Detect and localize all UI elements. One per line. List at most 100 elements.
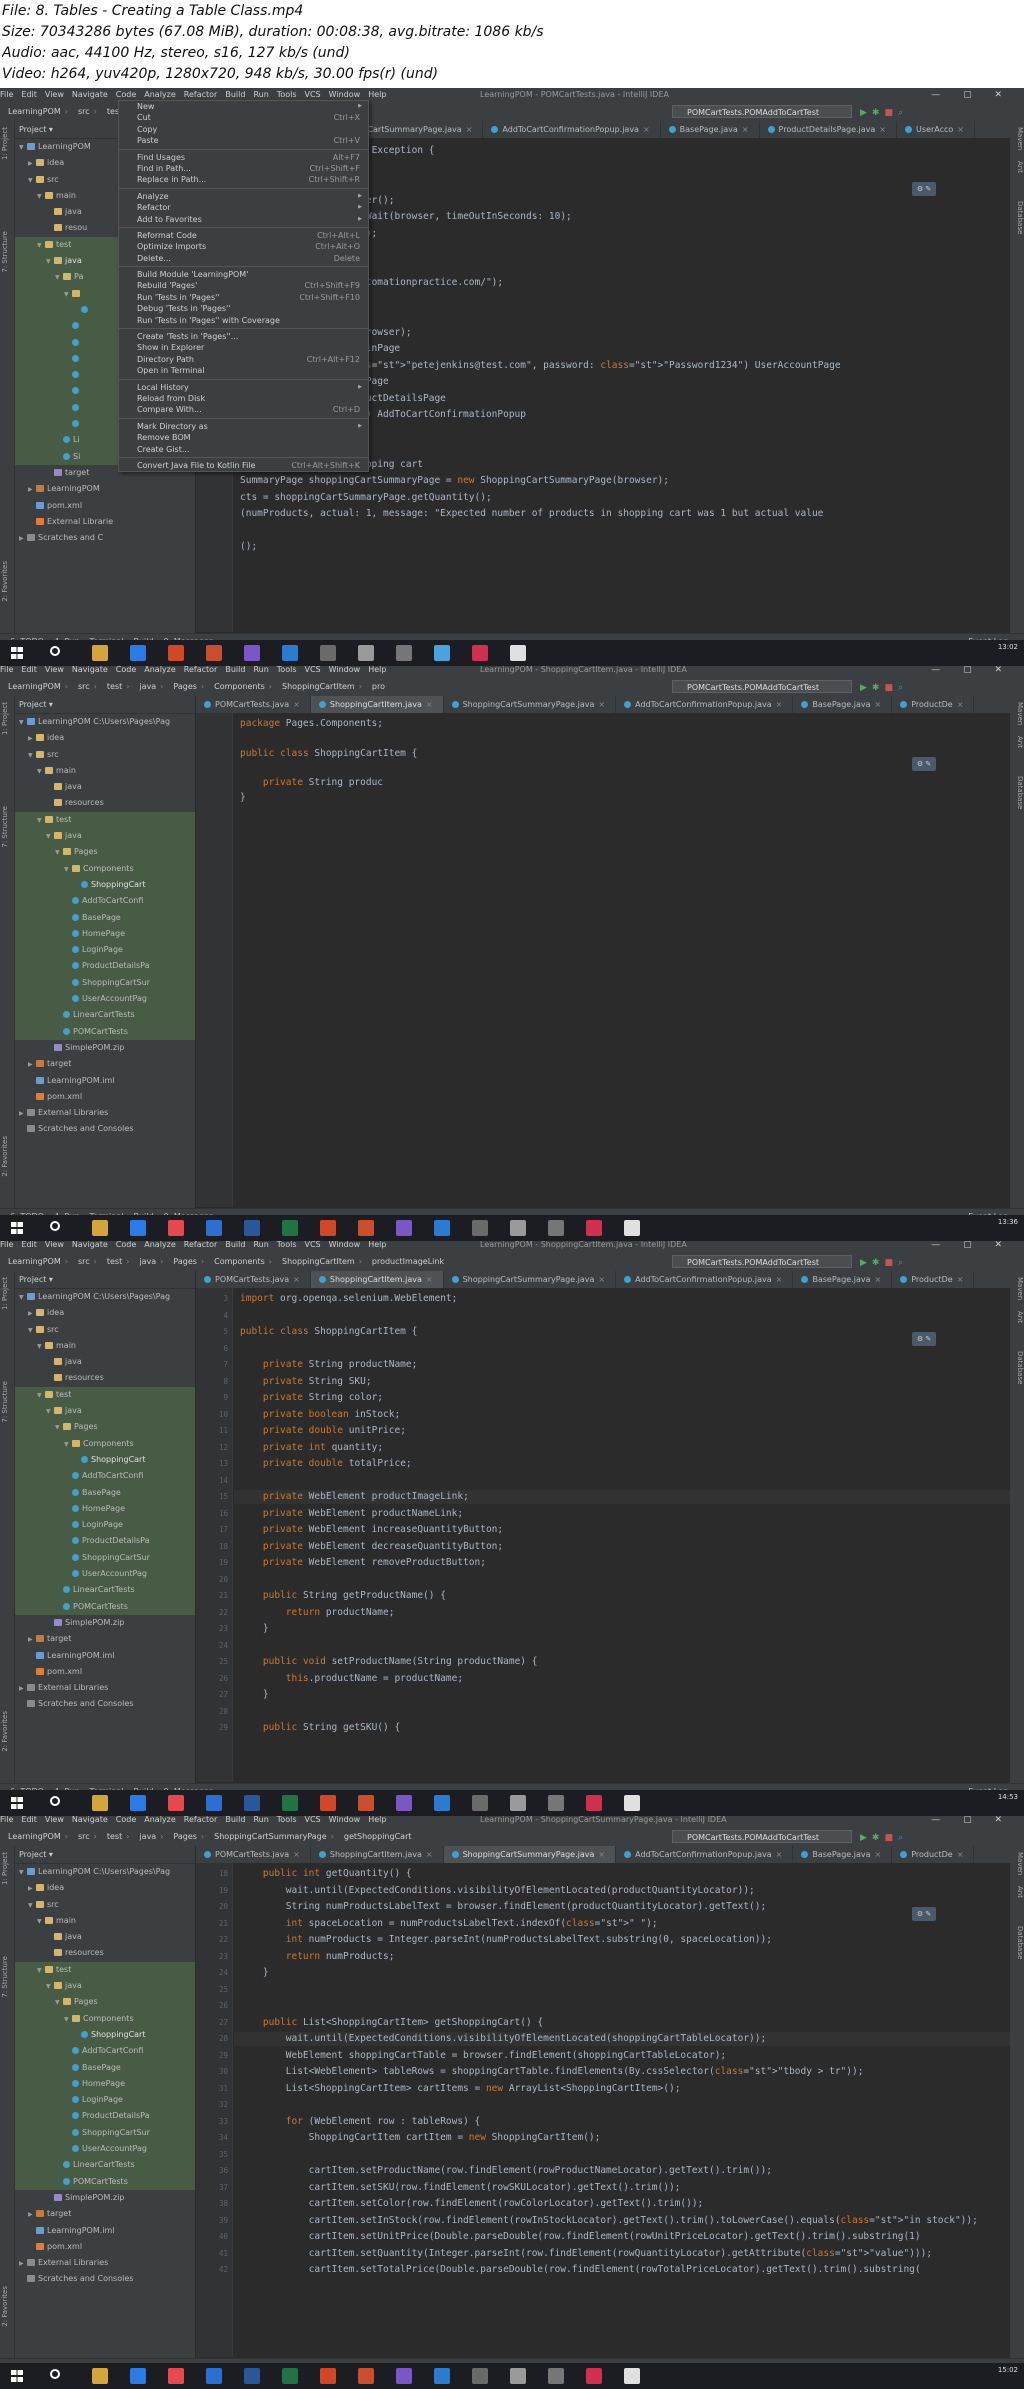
breadcrumb-item[interactable]: test: [107, 1832, 122, 1841]
project-panel-header[interactable]: Project ▾: [15, 1271, 195, 1289]
tool-window-maven[interactable]: Maven: [1012, 127, 1024, 150]
editor-tab[interactable]: ShoppingCartItem.java ×: [310, 1271, 444, 1288]
taskbar-app-icon[interactable]: [130, 1220, 146, 1236]
breadcrumb-item[interactable]: ShoppingCartSummaryPage: [214, 1832, 327, 1841]
breadcrumb-item[interactable]: java: [139, 1257, 156, 1266]
tree-item[interactable]: ▼ main: [15, 1913, 195, 1929]
context-menu-item[interactable]: Compare With... Ctrl+D: [119, 404, 368, 415]
taskbar-app-icon[interactable]: [130, 2368, 146, 2384]
tree-item[interactable]: ShoppingCart: [15, 1451, 195, 1469]
project-panel-header[interactable]: Project ▾: [15, 1846, 195, 1864]
tree-item[interactable]: ▶ External Libraries: [15, 2255, 195, 2271]
tree-item[interactable]: UserAccountPag: [15, 991, 195, 1008]
search-icon[interactable]: [50, 1796, 60, 1806]
taskbar-app-icon[interactable]: [472, 645, 488, 661]
menu-vcs[interactable]: VCS: [305, 665, 321, 674]
tree-expand-arrow[interactable]: ▼: [37, 189, 45, 205]
context-menu-item[interactable]: Debug 'Tests in 'Pages'': [119, 303, 368, 314]
tree-item[interactable]: pom.xml: [15, 1664, 195, 1680]
tree-item[interactable]: AddToCartConfi: [15, 1468, 195, 1485]
tree-item[interactable]: HomePage: [15, 925, 195, 943]
tool-window-structure[interactable]: 7: Structure: [1, 1381, 13, 1423]
tree-expand-arrow[interactable]: ▼: [64, 287, 72, 303]
taskbar-app-icon[interactable]: [548, 1220, 564, 1236]
tree-item[interactable]: ▶ target: [15, 1056, 195, 1072]
taskbar-app-icon[interactable]: [130, 1795, 146, 1811]
search-icon[interactable]: ⌕: [898, 683, 908, 693]
editor-tab[interactable]: BasePage.java ×: [793, 1846, 893, 1863]
menu-edit[interactable]: Edit: [21, 1815, 37, 1824]
tree-expand-arrow[interactable]: ▼: [37, 1914, 45, 1930]
context-menu-item[interactable]: Build Module 'LearningPOM': [119, 269, 368, 280]
stop-icon[interactable]: ■: [884, 1833, 898, 1843]
taskbar-app-icon[interactable]: [168, 1220, 184, 1236]
tree-expand-arrow[interactable]: ▶: [19, 1106, 27, 1122]
context-menu-item[interactable]: Local History: [119, 382, 368, 394]
windows-start-icon[interactable]: [11, 647, 23, 659]
taskbar-app-icon[interactable]: [168, 2368, 184, 2384]
taskbar-app-icon[interactable]: [358, 645, 374, 661]
menu-run[interactable]: Run: [253, 1815, 268, 1824]
tree-item[interactable]: POMCartTests: [15, 1023, 195, 1040]
debug-icon[interactable]: ✱: [872, 1833, 885, 1843]
tree-item[interactable]: BasePage: [15, 909, 195, 926]
tree-expand-arrow[interactable]: ▶: [19, 1681, 27, 1697]
editor-inspection-badge[interactable]: ⚙ ✎: [912, 757, 936, 771]
close-icon[interactable]: ×: [293, 700, 300, 709]
tree-item[interactable]: BasePage: [15, 1484, 195, 1501]
menu-navigate[interactable]: Navigate: [72, 1815, 108, 1824]
editor-tab[interactable]: ProductDetailsPage.java ×: [760, 121, 897, 138]
code-editor[interactable]: package Pages.Components; public class Sh…: [234, 713, 1010, 1207]
tree-item[interactable]: java: [15, 779, 195, 795]
taskbar-app-icon[interactable]: [206, 2368, 222, 2384]
menu-build[interactable]: Build: [225, 1815, 245, 1824]
menu-build[interactable]: Build: [225, 1240, 245, 1249]
menu-file[interactable]: File: [0, 1240, 13, 1249]
tree-item[interactable]: BasePage: [15, 2059, 195, 2076]
taskbar-app-icon[interactable]: [244, 1795, 260, 1811]
menu-build[interactable]: Build: [225, 665, 245, 674]
tree-item[interactable]: LoginPage: [15, 942, 195, 959]
tree-expand-arrow[interactable]: ▶: [28, 1057, 36, 1073]
run-config-select[interactable]: POMCartTests.POMAddToCartTest: [672, 680, 852, 693]
taskbar-app-icon[interactable]: [92, 1220, 108, 1236]
tool-window-database[interactable]: Database: [1012, 776, 1024, 809]
menu-file[interactable]: File: [0, 1815, 13, 1824]
taskbar-app-icon[interactable]: [472, 1220, 488, 1236]
tree-item[interactable]: ▶ LearningPOM: [15, 481, 195, 497]
project-panel-header[interactable]: Project ▾: [15, 696, 195, 714]
tree-item[interactable]: ProductDetailsPa: [15, 958, 195, 975]
tree-expand-arrow[interactable]: ▼: [37, 764, 45, 780]
taskbar-app-icon[interactable]: [624, 1220, 640, 1236]
stop-icon[interactable]: ■: [884, 683, 898, 693]
editor-tab[interactable]: AddToCartConfirmationPopup.java ×: [616, 696, 794, 713]
taskbar-app-icon[interactable]: [282, 645, 298, 661]
tree-item[interactable]: LinearCartTests: [15, 1007, 195, 1024]
taskbar-app-icon[interactable]: [244, 645, 260, 661]
context-menu-item[interactable]: Delete... Delete: [119, 253, 368, 264]
tree-expand-arrow[interactable]: ▶: [28, 156, 36, 172]
tool-window-database[interactable]: Database: [1012, 1351, 1024, 1384]
tool-window-structure[interactable]: 7: Structure: [1, 806, 13, 848]
breadcrumb-item[interactable]: Components: [214, 682, 265, 691]
close-icon[interactable]: ×: [293, 1275, 300, 1284]
taskbar-app-icon[interactable]: [320, 1220, 336, 1236]
tree-item[interactable]: ▼ Pages: [15, 844, 195, 861]
context-menu-item[interactable]: Remove BOM: [119, 432, 368, 443]
taskbar-app-icon[interactable]: [358, 1220, 374, 1236]
tree-item[interactable]: Scratches and Consoles: [15, 1121, 195, 1137]
context-menu-item[interactable]: Directory Path Ctrl+Alt+F12: [119, 354, 368, 365]
menu-analyze[interactable]: Analyze: [144, 90, 176, 99]
tree-item[interactable]: ▶ Scratches and C: [15, 530, 195, 546]
menu-window[interactable]: Window: [329, 665, 361, 674]
tool-window-favorites[interactable]: 2: Favorites: [1, 2286, 13, 2327]
taskbar-app-icon[interactable]: [282, 1220, 298, 1236]
editor-tab[interactable]: BasePage.java ×: [661, 121, 760, 138]
taskbar-app-icon[interactable]: [358, 2368, 374, 2384]
editor-inspection-badge[interactable]: ⚙ ✎: [912, 1907, 936, 1921]
taskbar-app-icon[interactable]: [434, 1795, 450, 1811]
tree-item[interactable]: java: [15, 1929, 195, 1945]
tree-item[interactable]: ▼ Components: [15, 2010, 195, 2027]
tree-item[interactable]: Scratches and Consoles: [15, 1696, 195, 1712]
run-icon[interactable]: ▶: [860, 1258, 872, 1268]
